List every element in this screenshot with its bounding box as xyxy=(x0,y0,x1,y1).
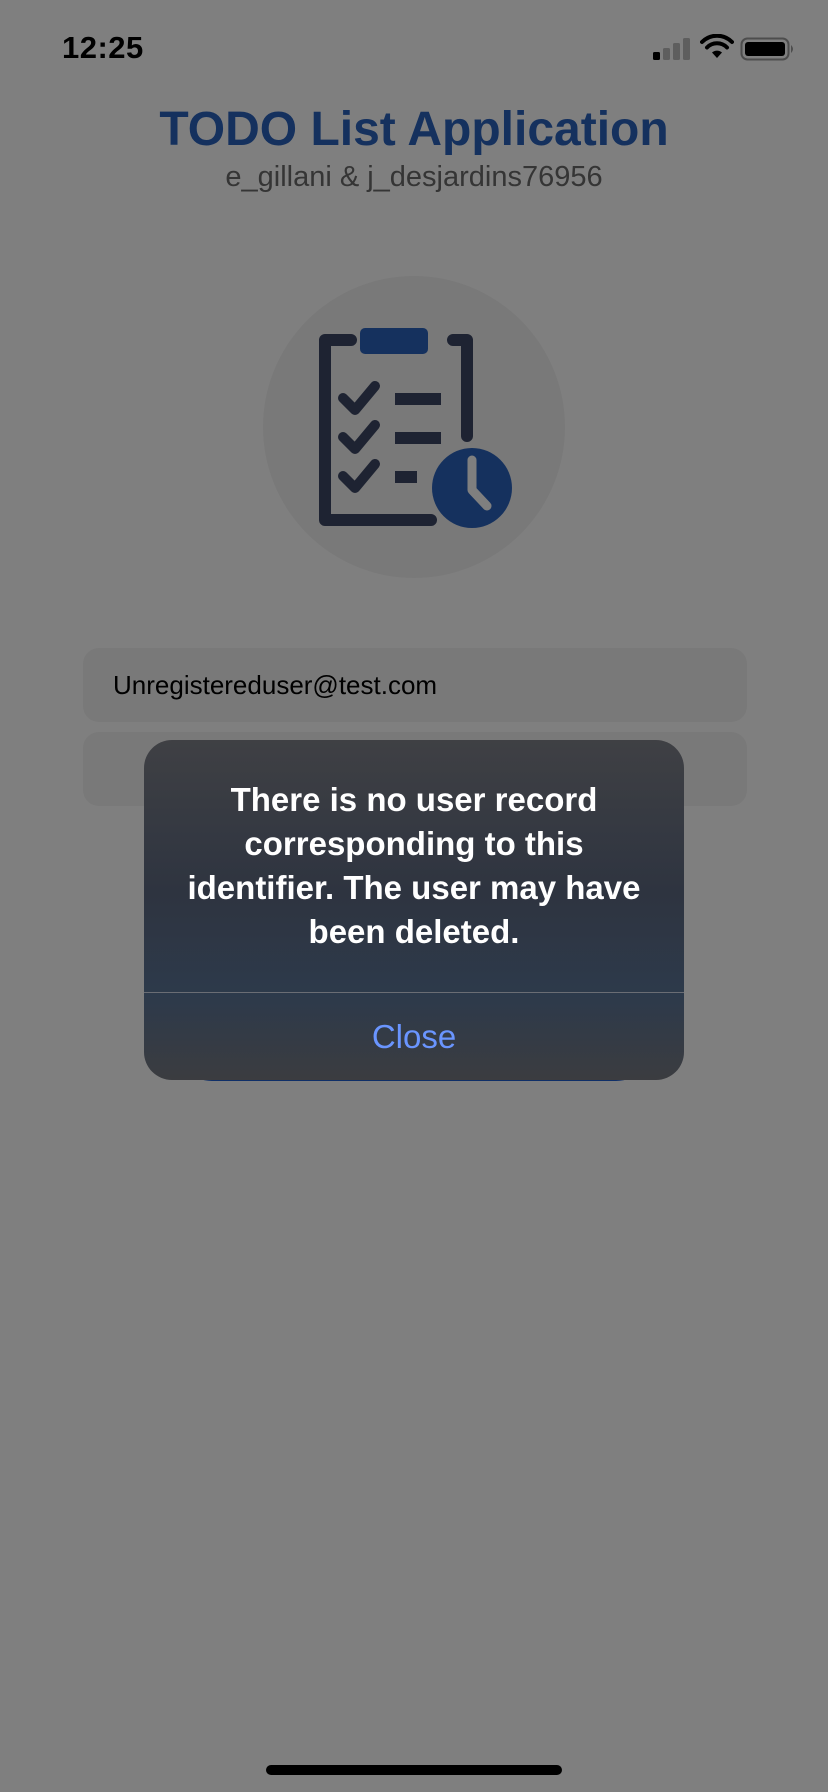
home-indicator[interactable] xyxy=(266,1765,562,1775)
login-screen: 12:25 TODO List Application e_gillani & … xyxy=(0,0,828,1792)
alert-message: There is no user record corresponding to… xyxy=(187,781,641,950)
error-alert-dialog: There is no user record corresponding to… xyxy=(144,740,684,1080)
alert-close-button[interactable]: Close xyxy=(144,993,684,1080)
